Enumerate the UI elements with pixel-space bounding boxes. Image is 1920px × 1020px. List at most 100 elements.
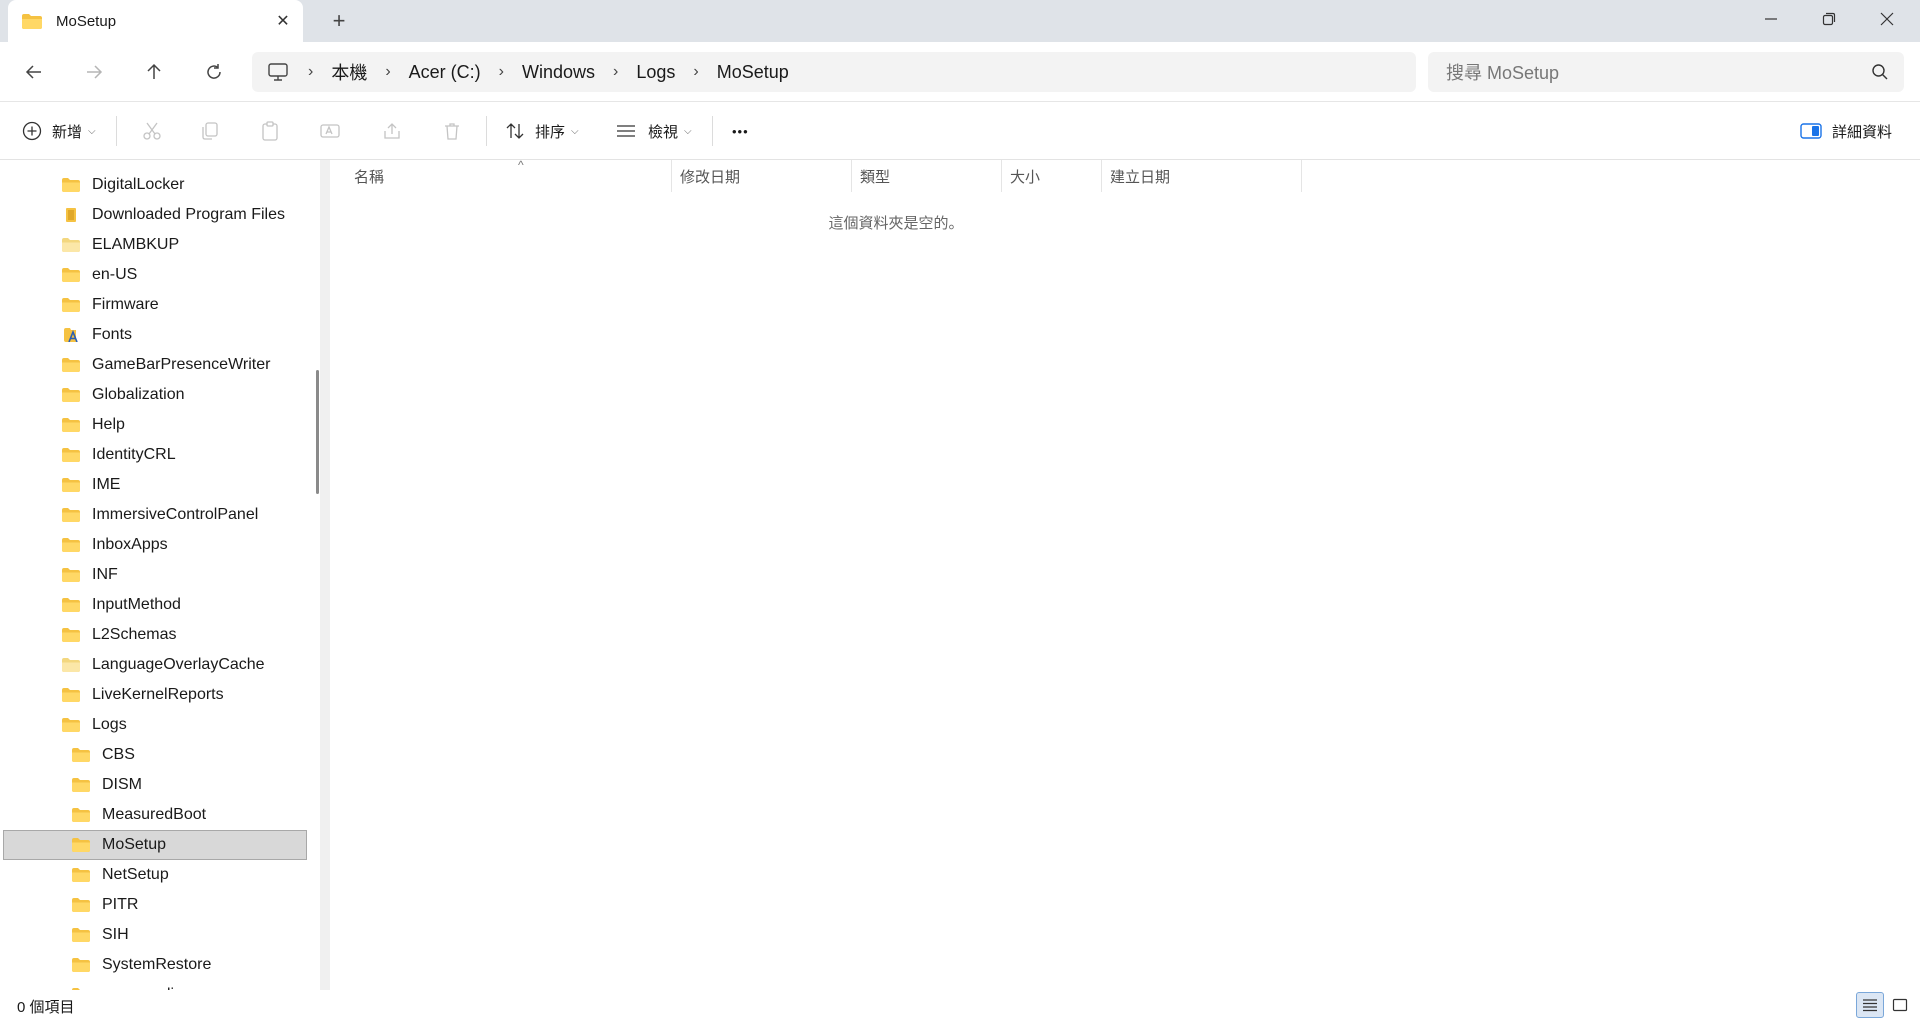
column-type-label: 類型 xyxy=(860,168,891,186)
breadcrumb-separator[interactable]: › xyxy=(499,63,504,81)
rename-icon xyxy=(320,124,340,138)
breadcrumb-mosetup[interactable]: MoSetup xyxy=(717,62,789,83)
sidebar-item-label: LiveKernelReports xyxy=(92,686,224,703)
navigation-pane-scrollbar[interactable] xyxy=(316,370,319,494)
large-icons-view-button[interactable] xyxy=(1886,992,1914,1018)
sidebar-item[interactable]: Help xyxy=(0,410,125,440)
sidebar-item[interactable]: Globalization xyxy=(0,380,185,410)
breadcrumb-separator[interactable]: › xyxy=(385,63,390,81)
address-bar[interactable]: › 本機 › Acer (C:) › Windows › Logs › MoSe… xyxy=(252,52,1416,92)
view-button-label: 檢視 xyxy=(648,123,679,141)
search-input[interactable]: 搜尋 MoSetup xyxy=(1428,52,1904,92)
sidebar-item[interactable]: Logs xyxy=(0,710,127,740)
details-view-icon xyxy=(1863,999,1877,1012)
column-header-modified[interactable]: 修改日期 xyxy=(672,160,852,192)
breadcrumb-this-pc[interactable]: 本機 xyxy=(331,59,367,85)
search-icon[interactable] xyxy=(1870,62,1890,82)
sidebar-item[interactable]: InboxApps xyxy=(0,530,168,560)
new-tab-button[interactable]: + xyxy=(328,10,350,33)
column-header-name[interactable]: 名稱 ^ xyxy=(346,158,672,192)
column-header-size[interactable]: 大小 xyxy=(1002,160,1102,192)
paste-button[interactable] xyxy=(260,116,280,146)
arrow-right-icon xyxy=(87,65,103,79)
sidebar-item[interactable]: MoSetup xyxy=(3,830,307,860)
forward-button[interactable] xyxy=(78,56,110,88)
arrow-left-icon xyxy=(25,65,41,79)
folder-icon xyxy=(72,928,90,942)
tab-mosetup[interactable]: MoSetup ✕ xyxy=(8,0,303,42)
sidebar-item[interactable]: L2Schemas xyxy=(0,620,177,650)
sidebar-item[interactable]: LanguageOverlayCache xyxy=(0,650,265,680)
new-button[interactable]: 新增 ⌵ xyxy=(22,116,96,146)
sidebar-item[interactable]: DigitalLocker xyxy=(0,170,184,200)
breadcrumb-separator[interactable]: › xyxy=(693,63,698,81)
sidebar-item-label: DISM xyxy=(102,776,142,793)
sidebar-item[interactable]: Downloaded Program Files xyxy=(0,200,285,230)
sidebar-item[interactable]: IdentityCRL xyxy=(0,440,176,470)
sidebar-item[interactable]: waasmedic xyxy=(0,980,182,990)
breadcrumb-drive-c[interactable]: Acer (C:) xyxy=(409,62,481,83)
pane-divider[interactable] xyxy=(320,160,330,990)
sidebar-item[interactable]: NetSetup xyxy=(0,860,169,890)
rename-button[interactable] xyxy=(320,116,340,146)
navigation-pane[interactable]: DigitalLocker Downloaded Program Files ELA… xyxy=(0,160,320,990)
sidebar-item[interactable]: SystemRestore xyxy=(0,950,211,980)
close-window-button[interactable] xyxy=(1858,0,1916,38)
sidebar-item[interactable]: CBS xyxy=(0,740,135,770)
sidebar-item-label: InputMethod xyxy=(92,596,181,613)
sidebar-item[interactable]: InputMethod xyxy=(0,590,181,620)
sidebar-item[interactable]: GameBarPresenceWriter xyxy=(0,350,270,380)
search-placeholder: 搜尋 MoSetup xyxy=(1446,63,1560,83)
refresh-button[interactable] xyxy=(198,56,230,88)
up-button[interactable] xyxy=(138,56,170,88)
sidebar-item-label: IdentityCRL xyxy=(92,446,176,463)
folder-icon xyxy=(62,598,80,612)
sidebar-item[interactable]: IME xyxy=(0,470,120,500)
details-pane-icon xyxy=(1800,123,1822,139)
sidebar-item-label: SystemRestore xyxy=(102,956,212,973)
sidebar-item[interactable]: SIH xyxy=(0,920,129,950)
delete-button[interactable] xyxy=(442,116,462,146)
sidebar-item[interactable]: PITR xyxy=(0,890,138,920)
cut-button[interactable] xyxy=(142,116,162,146)
column-name-label: 名稱 xyxy=(354,168,385,186)
share-button[interactable] xyxy=(382,116,402,146)
sidebar-item[interactable]: ELAMBKUP xyxy=(0,230,179,260)
minimize-button[interactable] xyxy=(1742,0,1800,38)
sidebar-item[interactable]: Firmware xyxy=(0,290,159,320)
sort-button[interactable]: 排序 ⌵ xyxy=(505,116,579,146)
sidebar-item[interactable]: ImmersiveControlPanel xyxy=(0,500,258,530)
breadcrumb-separator[interactable]: › xyxy=(613,63,618,81)
restore-button[interactable] xyxy=(1800,0,1858,38)
sidebar-item-label: Firmware xyxy=(92,296,159,313)
sidebar-item-label: IME xyxy=(92,476,121,493)
copy-icon xyxy=(202,122,218,140)
tab-close-icon[interactable]: ✕ xyxy=(273,11,293,31)
sort-button-label: 排序 xyxy=(535,123,566,141)
column-header-type[interactable]: 類型 xyxy=(852,160,1002,192)
details-view-button[interactable] xyxy=(1856,992,1884,1018)
sidebar-item-label: Globalization xyxy=(92,386,185,403)
sidebar-item[interactable]: MeasuredBoot xyxy=(0,800,206,830)
breadcrumb-separator[interactable]: › xyxy=(308,63,313,81)
plus-circle-icon xyxy=(22,121,42,141)
sidebar-item[interactable]: LiveKernelReports xyxy=(0,680,224,710)
back-button[interactable] xyxy=(18,56,50,88)
details-pane-button[interactable]: 詳細資料 xyxy=(1800,116,1892,146)
column-header-created[interactable]: 建立日期 xyxy=(1102,160,1302,192)
sidebar-item-label: Fonts xyxy=(92,326,133,343)
sidebar-item[interactable]: Fonts xyxy=(0,320,132,350)
sidebar-item[interactable]: en-US xyxy=(0,260,137,290)
breadcrumb-logs[interactable]: Logs xyxy=(636,62,675,83)
sidebar-item[interactable]: DISM xyxy=(0,770,142,800)
more-options-button[interactable]: ••• xyxy=(732,116,749,146)
chevron-down-icon: ⌵ xyxy=(571,125,579,137)
tiles-view-icon xyxy=(1892,998,1908,1012)
chevron-down-icon: ⌵ xyxy=(684,125,692,137)
file-list[interactable]: 名稱 ^ 修改日期 類型 大小 建立日期 這個資料夾是空的。 xyxy=(330,158,1920,990)
view-button[interactable]: 檢視 ⌵ xyxy=(616,116,692,146)
sidebar-item-label: L2Schemas xyxy=(92,626,177,643)
breadcrumb-windows[interactable]: Windows xyxy=(522,62,595,83)
copy-button[interactable] xyxy=(200,116,220,146)
sidebar-item[interactable]: INF xyxy=(0,560,118,590)
